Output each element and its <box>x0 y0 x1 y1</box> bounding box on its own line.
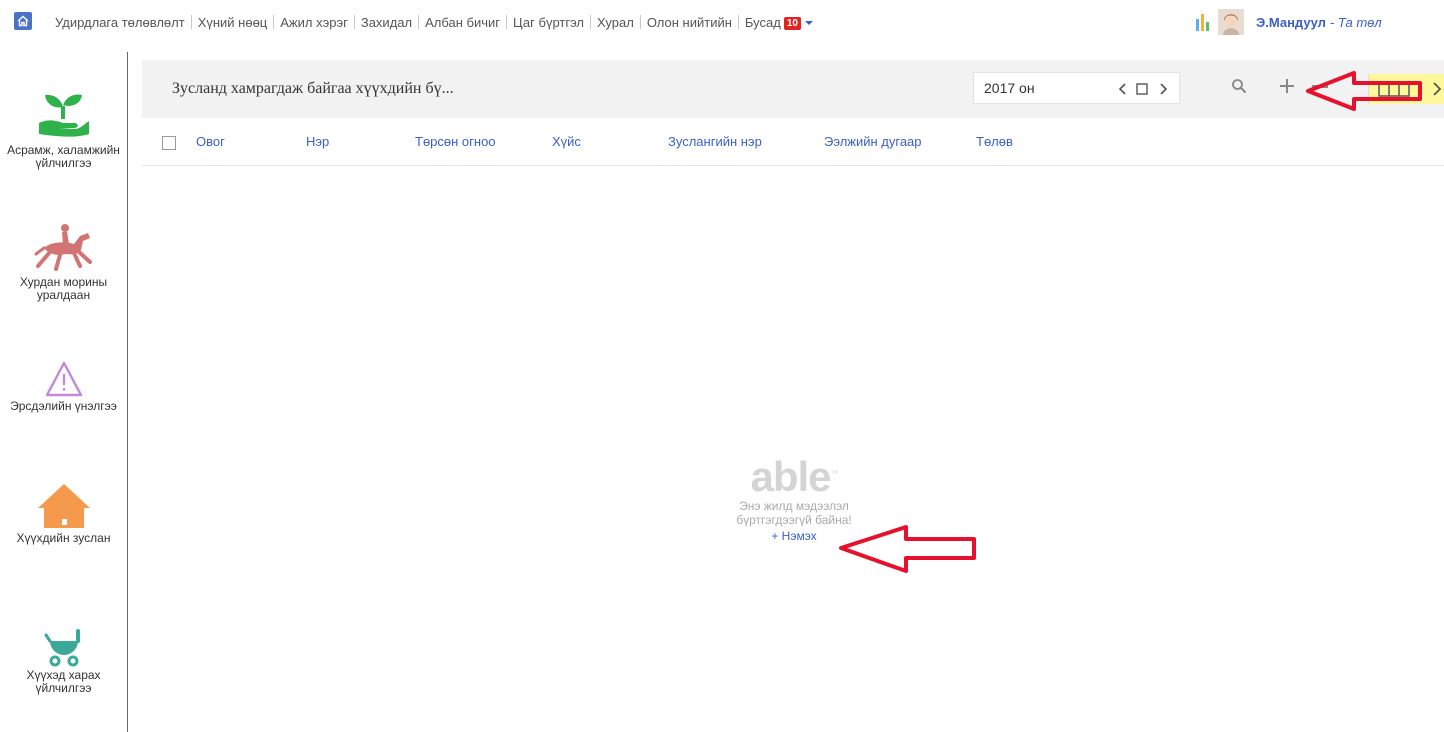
nav-item-affairs[interactable]: Ажил хэрэг <box>274 15 354 30</box>
nav-item-meeting[interactable]: Хурал <box>591 15 640 30</box>
user-name[interactable]: Э.Мандуул <box>1256 15 1326 30</box>
sidebar-item-label: Хурдан морины уралдаан <box>19 275 108 302</box>
nav-item-planning[interactable]: Удирдлага төлөвлөлт <box>49 15 191 30</box>
nav-other-label: Бусад <box>744 14 781 30</box>
nav-item-hr[interactable]: Хүний нөөц <box>192 15 274 30</box>
able-logo: able™ <box>694 452 894 499</box>
sidebar-item-label: Хүүхэд харах үйлчилгээ <box>26 668 101 695</box>
sidebar-item-risk-assessment[interactable]: Эрсдэлийн үнэлгээ <box>0 360 127 413</box>
user-area: Э.Мандуул - Та төл <box>1196 9 1382 35</box>
avatar[interactable] <box>1218 9 1244 35</box>
column-header-surname[interactable]: Овог <box>196 134 225 149</box>
page-title: Зусланд хамрагдаж байгаа хүүхдийн бү... <box>172 80 454 97</box>
sidebar: Асрамж, халамжийн үйлчилгээ Хурдан морин… <box>0 52 128 732</box>
nav-item-official-letter[interactable]: Албан бичиг <box>419 15 506 30</box>
top-navigation: Удирдлага төлөвлөлт Хүний нөөц Ажил хэрэ… <box>0 0 1444 44</box>
sidebar-item-label: Асрамж, халамжийн үйлчилгээ <box>7 143 120 170</box>
user-subtitle: - Та төл <box>1329 14 1382 30</box>
warning-triangle-icon <box>45 361 82 397</box>
column-header-name[interactable]: Нэр <box>306 134 329 149</box>
sidebar-item-horse-racing[interactable]: Хурдан морины уралдаан <box>0 222 127 302</box>
nav-menu: Удирдлага төлөвлөлт Хүний нөөц Ажил хэрэ… <box>49 0 820 44</box>
logo-trademark: ™ <box>830 469 839 478</box>
chevron-left-icon[interactable] <box>1118 83 1128 95</box>
annotation-arrow-icon <box>1306 71 1422 111</box>
table-header: Овог Нэр Төрсөн огноо Хүйс Зуслангийн нэ… <box>142 119 1444 166</box>
toolbar: Зусланд хамрагдаж байгаа хүүхдийн бү... … <box>142 60 1444 118</box>
home-button[interactable] <box>14 12 32 30</box>
column-header-birthdate[interactable]: Төрсөн огноо <box>415 134 496 149</box>
annotation-arrow-icon <box>839 525 976 573</box>
column-header-camp-name[interactable]: Зуслангийн нэр <box>668 134 762 149</box>
empty-message-line1: Энэ жилд мэдээлэл <box>739 499 849 513</box>
nav-item-mail[interactable]: Захидал <box>355 15 418 30</box>
nav-item-public[interactable]: Олон нийтийн <box>641 15 738 30</box>
chevron-down-icon <box>804 20 813 25</box>
sidebar-item-label: Эрсдэлийн үнэлгээ <box>10 399 117 413</box>
logo-text: able <box>750 453 831 500</box>
horse-rider-icon <box>34 224 92 271</box>
sidebar-item-care-services[interactable]: Асрамж, халамжийн үйлчилгээ <box>0 90 127 170</box>
chevron-right-icon[interactable] <box>1431 74 1443 104</box>
stats-icon[interactable] <box>1196 13 1210 31</box>
chevron-right-icon[interactable] <box>1158 83 1168 95</box>
sidebar-item-children-camp[interactable]: Хүүхдийн зуслан <box>0 482 127 545</box>
year-selector[interactable]: 2017 он <box>973 72 1180 104</box>
column-header-shift-number[interactable]: Ээлжийн дугаар <box>824 134 922 149</box>
nav-item-other[interactable]: Бусад 10 <box>739 15 820 30</box>
hand-plant-icon <box>38 94 89 137</box>
home-icon <box>17 15 29 27</box>
sidebar-item-label: Хүүхдийн зуслан <box>16 531 111 545</box>
search-icon[interactable] <box>1231 78 1247 94</box>
year-value: 2017 он <box>984 80 1035 96</box>
nav-item-time-registration[interactable]: Цаг бүртгэл <box>507 15 590 30</box>
add-icon[interactable] <box>1279 78 1295 94</box>
sidebar-item-child-care[interactable]: Хүүхэд харах үйлчилгээ <box>0 627 127 695</box>
select-all-checkbox[interactable] <box>162 136 176 150</box>
house-icon <box>37 484 90 528</box>
column-header-gender[interactable]: Хүйс <box>552 134 581 149</box>
notification-badge: 10 <box>783 16 801 30</box>
square-icon[interactable] <box>1136 83 1148 95</box>
column-header-status[interactable]: Төлөв <box>976 134 1013 149</box>
stroller-icon <box>44 629 80 667</box>
